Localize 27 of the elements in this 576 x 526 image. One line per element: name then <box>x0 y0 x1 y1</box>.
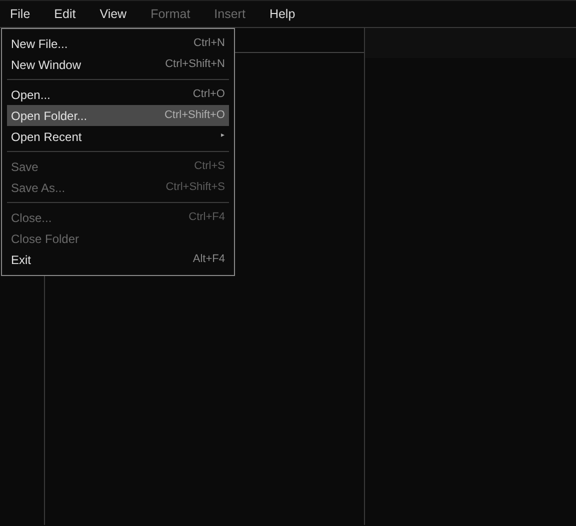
shortcut-text: Ctrl+O <box>192 87 225 102</box>
menu-entry[interactable]: Exit Alt+F4 <box>7 249 229 270</box>
menu-item[interactable]: File <box>0 1 42 27</box>
entry-label: Close Folder <box>11 230 80 248</box>
menu-entry[interactable]: New File... Ctrl+N <box>7 33 229 54</box>
entry-label: Open... <box>11 86 50 104</box>
menu-item[interactable]: View <box>88 1 139 27</box>
menu-item[interactable]: Edit <box>42 1 88 27</box>
menu-entry[interactable]: Open Folder... Ctrl+Shift+O <box>7 105 229 126</box>
shortcut-text: Ctrl+S <box>194 159 225 174</box>
menu-entry[interactable]: Open... Ctrl+O <box>7 84 229 105</box>
menu-item[interactable]: Help <box>257 1 308 27</box>
entry-label: Exit <box>11 252 32 268</box>
menu-entry[interactable]: New Window Ctrl+Shift+N <box>7 54 229 75</box>
shortcut-text: Ctrl+Shift+S <box>166 180 225 196</box>
entry-label: Close... <box>11 210 52 226</box>
entry-label: Open Folder... <box>11 108 88 124</box>
entry-label: Open Recent <box>11 128 82 146</box>
shortcut-text: Ctrl+Shift+N <box>165 57 225 72</box>
entry-label: Save As... <box>11 180 66 196</box>
shortcut-text: Alt+F4 <box>192 252 225 268</box>
shortcut-text: Ctrl+N <box>194 36 225 52</box>
entry-label: New File... <box>11 36 68 52</box>
shortcut-text: Ctrl+F4 <box>188 210 225 226</box>
entry-label: New Window <box>11 56 82 74</box>
shortcut-text: Ctrl+Shift+O <box>164 108 225 124</box>
entry-label: Save <box>11 158 38 176</box>
